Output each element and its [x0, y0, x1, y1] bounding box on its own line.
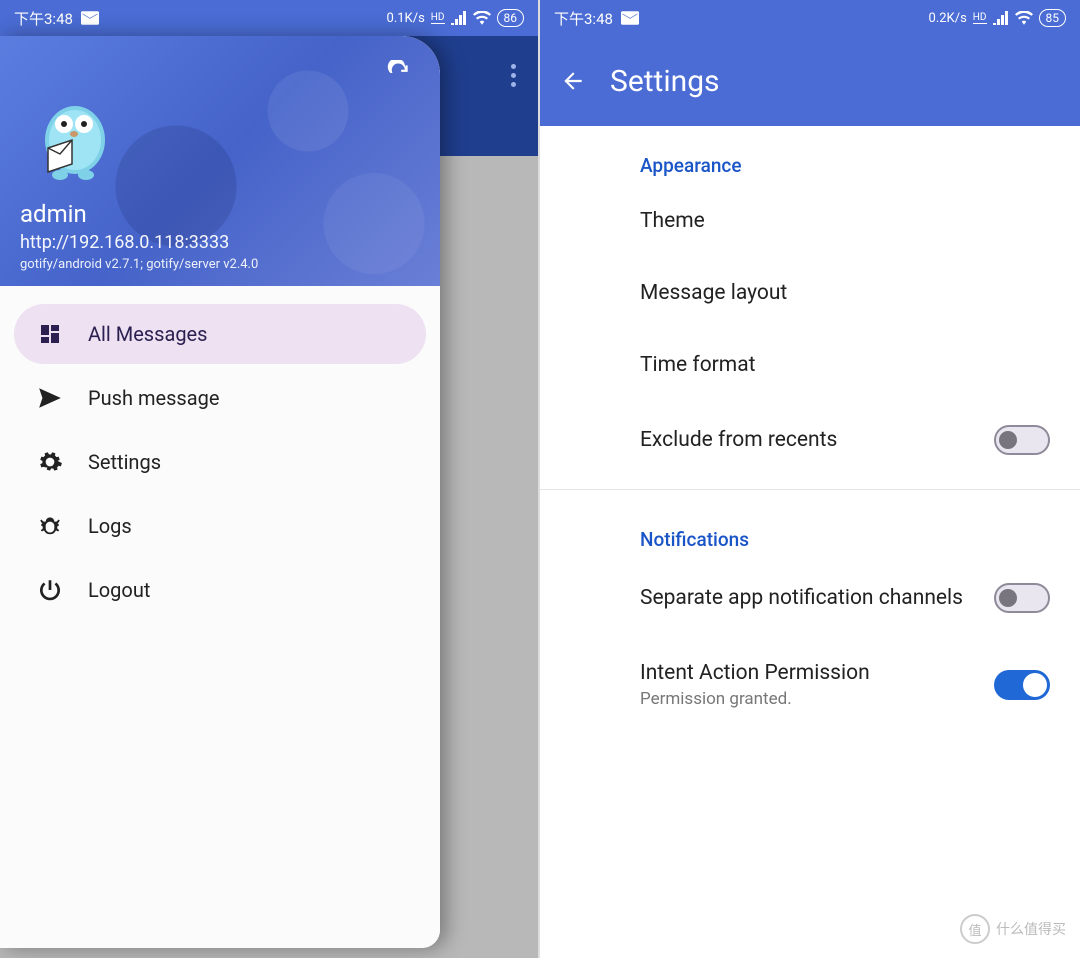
drawer-item-logs[interactable]: Logs	[14, 496, 426, 556]
refresh-button[interactable]	[384, 58, 414, 88]
setting-title: Separate app notification channels	[640, 586, 994, 610]
toggle-exclude-recents[interactable]	[994, 425, 1050, 455]
toggle-separate-channels[interactable]	[994, 583, 1050, 613]
drawer-item-label: Settings	[88, 450, 161, 474]
setting-message-layout[interactable]: Message layout	[540, 257, 1080, 329]
drawer-item-label: All Messages	[88, 322, 207, 346]
drawer-version: gotify/android v2.7.1; gotify/server v2.…	[20, 257, 420, 272]
wifi-icon	[473, 11, 491, 25]
gopher-icon	[20, 90, 120, 190]
drawer-username: admin	[20, 200, 420, 228]
power-icon	[36, 576, 64, 604]
watermark-text: 什么值得买	[996, 919, 1066, 939]
status-netspeed: 0.1K/s	[387, 11, 425, 26]
settings-body: Appearance Theme Message layout Time for…	[540, 126, 1080, 958]
send-icon	[36, 384, 64, 412]
watermark: 值 什么值得买	[960, 914, 1066, 944]
signal-icon	[451, 11, 467, 25]
setting-time-format[interactable]: Time format	[540, 329, 1080, 401]
drawer-list: All Messages Push message Settings Logs	[0, 286, 440, 948]
drawer-item-label: Logs	[88, 514, 132, 538]
drawer-header: admin http://192.168.0.118:3333 gotify/a…	[0, 36, 440, 286]
status-bar: 下午3:48 0.2K/s HD 85	[540, 0, 1080, 36]
bug-icon	[36, 512, 64, 540]
setting-exclude-recents[interactable]: Exclude from recents	[540, 401, 1080, 479]
drawer-server-url: http://192.168.0.118:3333	[20, 232, 420, 253]
status-time: 下午3:48	[554, 8, 613, 29]
drawer-item-settings[interactable]: Settings	[14, 432, 426, 492]
page-title: Settings	[610, 64, 720, 99]
battery-indicator: 85	[1039, 9, 1067, 27]
section-header-appearance: Appearance	[540, 126, 1080, 185]
back-button[interactable]	[560, 68, 586, 94]
status-hd: HD	[973, 12, 987, 24]
watermark-badge: 值	[960, 914, 990, 944]
drawer-item-all-messages[interactable]: All Messages	[14, 304, 426, 364]
setting-subtitle: Permission granted.	[640, 689, 994, 709]
status-netspeed: 0.2K/s	[929, 11, 967, 26]
battery-indicator: 86	[497, 9, 525, 27]
status-hd: HD	[431, 12, 445, 24]
mail-icon	[81, 11, 99, 25]
overflow-menu-button[interactable]	[511, 64, 516, 87]
setting-intent-permission[interactable]: Intent Action Permission Permission gran…	[540, 637, 1080, 733]
drawer-item-logout[interactable]: Logout	[14, 560, 426, 620]
divider	[540, 489, 1080, 490]
drawer-item-label: Push message	[88, 386, 219, 410]
mail-icon	[621, 11, 639, 25]
setting-theme[interactable]: Theme	[540, 185, 1080, 257]
setting-title: Theme	[640, 209, 1050, 233]
gear-icon	[36, 448, 64, 476]
phone-right: 下午3:48 0.2K/s HD 85 Settings Appearance …	[540, 0, 1080, 958]
setting-title: Exclude from recents	[640, 428, 994, 452]
navigation-drawer: admin http://192.168.0.118:3333 gotify/a…	[0, 36, 440, 948]
setting-separate-channels[interactable]: Separate app notification channels	[540, 559, 1080, 637]
drawer-item-push-message[interactable]: Push message	[14, 368, 426, 428]
toggle-intent-permission[interactable]	[994, 670, 1050, 700]
phone-left: 下午3:48 0.1K/s HD 86	[0, 0, 540, 958]
section-header-notifications: Notifications	[540, 500, 1080, 559]
wifi-icon	[1015, 11, 1033, 25]
refresh-icon	[386, 60, 412, 86]
settings-appbar: Settings	[540, 36, 1080, 126]
status-time: 下午3:48	[14, 8, 73, 29]
dashboard-icon	[36, 320, 64, 348]
status-bar: 下午3:48 0.1K/s HD 86	[0, 0, 538, 36]
setting-title: Time format	[640, 353, 1050, 377]
setting-title: Intent Action Permission	[640, 661, 994, 685]
signal-icon	[993, 11, 1009, 25]
drawer-item-label: Logout	[88, 578, 150, 602]
setting-title: Message layout	[640, 281, 1050, 305]
